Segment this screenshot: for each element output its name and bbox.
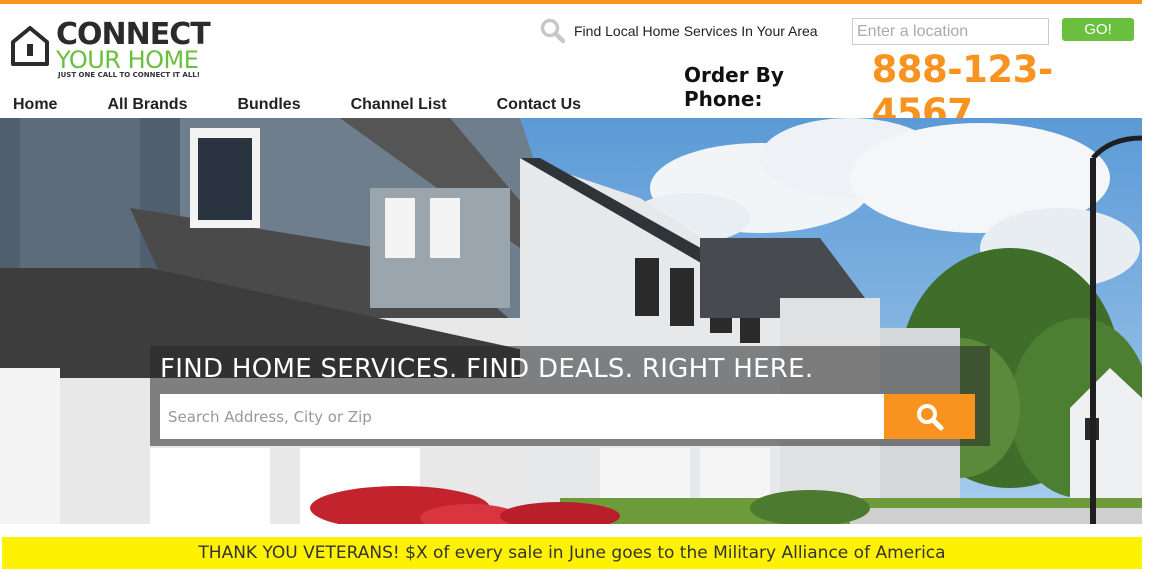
house-logo-icon [11,26,49,66]
logo-tagline: JUST ONE CALL TO CONNECT IT ALL! [58,71,200,79]
veterans-banner: THANK YOU VETERANS! $X of every sale in … [2,537,1142,569]
go-button[interactable]: GO! [1062,18,1134,41]
order-by-phone-label: Order By Phone: [684,63,784,111]
main-nav: Home All Brands Bundles Channel List Con… [13,96,631,114]
location-input[interactable] [852,18,1049,45]
find-local-label: Find Local Home Services In Your Area [574,23,818,39]
logo-text-your-home: YOUR HOME [56,46,199,74]
hero-search-button[interactable] [884,394,975,439]
hero-headline: FIND HOME SERVICES. FIND DEALS. RIGHT HE… [160,354,814,384]
find-local-services: Find Local Home Services In Your Area [540,18,818,44]
nav-item-channel-list[interactable]: Channel List [351,96,447,114]
page: CONNECT YOUR HOME JUST ONE CALL TO CONNE… [0,0,1154,573]
site-header: CONNECT YOUR HOME JUST ONE CALL TO CONNE… [0,4,1142,134]
logo[interactable]: CONNECT YOUR HOME JUST ONE CALL TO CONNE… [10,20,230,84]
nav-item-contact-us[interactable]: Contact Us [497,96,581,114]
nav-item-bundles[interactable]: Bundles [237,96,300,114]
address-search-input[interactable] [160,394,884,439]
hero-background-image [0,118,1142,524]
hero-section: FIND HOME SERVICES. FIND DEALS. RIGHT HE… [0,118,1142,524]
search-icon [540,18,566,44]
nav-item-home[interactable]: Home [13,96,57,114]
search-icon [916,403,943,430]
veterans-banner-text: THANK YOU VETERANS! $X of every sale in … [198,543,946,563]
nav-item-all-brands[interactable]: All Brands [107,96,187,114]
